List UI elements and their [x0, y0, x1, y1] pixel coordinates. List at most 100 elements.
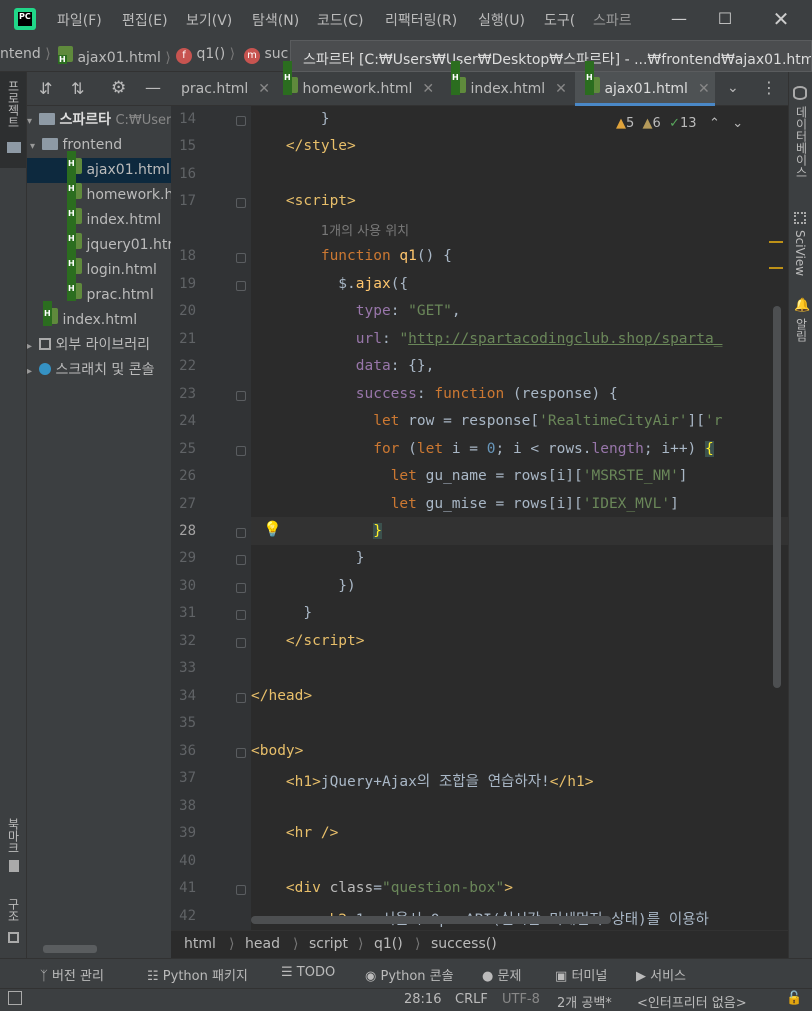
version-control-button[interactable]: ᛉ 버전 관리 — [40, 965, 104, 984]
database-icon[interactable] — [793, 86, 807, 100]
breadcrumb-success[interactable]: success() — [431, 936, 497, 952]
tree-root[interactable]: ▾ 스파르타 C:₩Users — [27, 108, 171, 133]
tree-file-jquery01[interactable]: jquery01.htr — [27, 226, 171, 258]
previous-highlight-icon[interactable]: ⌃ — [709, 116, 720, 131]
tab-prac[interactable]: prac.html ✕ — [171, 72, 273, 106]
tree-external-libraries[interactable]: ▸ 외부 라이브러리 — [27, 333, 171, 358]
fold-marker-icon[interactable] — [236, 748, 246, 758]
lightbulb-icon[interactable]: 💡 — [263, 520, 282, 538]
code-line-24[interactable]: let row = response['RealtimeCityAir']['r — [251, 413, 722, 429]
next-highlight-icon[interactable]: ⌄ — [732, 116, 743, 131]
vertical-scrollbar[interactable] — [773, 306, 781, 688]
code-line-34[interactable]: </head> — [251, 688, 312, 704]
code-line-23[interactable]: success: function (response) { — [251, 386, 618, 402]
breadcrumb-html[interactable]: html — [184, 936, 216, 952]
code-line-39[interactable]: <hr /> — [251, 825, 338, 841]
tab-index[interactable]: index.html✕ — [441, 61, 575, 106]
services-button[interactable]: ▶ 서비스 — [636, 965, 686, 984]
code-line-30[interactable]: }) — [251, 578, 355, 594]
tree-scratches[interactable]: ▸ 스크래치 및 콘솔 — [27, 358, 171, 383]
gear-icon[interactable]: ⚙ — [111, 78, 126, 98]
editor-horizontal-scrollbar[interactable] — [251, 916, 611, 924]
fold-marker-icon[interactable] — [236, 638, 246, 648]
caret-position[interactable]: 28:16 — [404, 992, 441, 1007]
code-line-17[interactable]: <script> — [251, 193, 356, 209]
fold-marker-icon[interactable] — [236, 446, 246, 456]
collapse-all-icon[interactable]: ⇅ — [71, 79, 84, 98]
tree-file-ajax01[interactable]: ajax01.html — [27, 151, 171, 183]
python-console-button[interactable]: ◉ Python 콘솔 — [365, 965, 454, 984]
breadcrumb-script[interactable]: script — [309, 936, 348, 952]
line-separator[interactable]: CRLF — [455, 992, 488, 1007]
fold-marker-icon[interactable] — [236, 583, 246, 593]
tree-file-index-root[interactable]: index.html — [27, 301, 171, 333]
sciview-tool-button[interactable]: SciView — [793, 230, 807, 276]
menu-edit[interactable]: 편집(E) — [122, 10, 168, 30]
tree-folder-frontend[interactable]: ▾ frontend — [27, 133, 171, 158]
menu-run[interactable]: 실행(U) — [478, 10, 525, 30]
bell-icon[interactable]: 🔔 — [794, 298, 810, 313]
menu-file[interactable]: 파일(F) — [57, 10, 102, 30]
bookmarks-tool-button[interactable]: 북마크 — [0, 818, 26, 888]
minimize-icon[interactable]: — — [664, 6, 694, 32]
code-line-18[interactable]: function q1() { — [251, 248, 452, 264]
lock-icon[interactable]: 🔓 — [786, 991, 802, 1006]
code-editor[interactable]: 14 15 16 17 18 19 20 21 22 23 24 25 26 27 28 29 30 31 32 33… — [171, 106, 788, 930]
fold-marker-icon[interactable] — [236, 693, 246, 703]
structure-tool-button[interactable]: 구조 — [0, 898, 26, 948]
tab-ajax01[interactable]: ajax01.html✕ — [575, 61, 715, 106]
todo-button[interactable]: ☰ TODO — [281, 965, 335, 980]
fold-marker-icon[interactable] — [236, 528, 246, 538]
sciview-icon[interactable] — [794, 212, 806, 224]
code-line-29[interactable]: } — [251, 550, 365, 566]
project-tool-button[interactable]: 프로젝트 — [0, 72, 26, 168]
terminal-button[interactable]: ▣ 터미널 — [555, 965, 607, 984]
code-line-37[interactable]: <h1>jQuery+Ajax의 조합을 연습하자!</h1> — [251, 770, 594, 791]
code-line-31[interactable]: } — [251, 605, 312, 621]
code-line-26[interactable]: let gu_name = rows[i]['MSRSTE_NM'] — [251, 468, 688, 484]
more-icon[interactable]: ⋮ — [761, 78, 777, 97]
chevron-down-icon[interactable]: ⌄ — [727, 80, 739, 96]
python-packages-button[interactable]: ☷ Python 패키지 — [147, 965, 248, 984]
nav-crumb-function[interactable]: f q1() ⟩ — [176, 46, 235, 64]
fold-marker-icon[interactable] — [236, 281, 246, 291]
usage-hint[interactable]: 1개의 사용 위치 — [251, 220, 409, 239]
fold-marker-icon[interactable] — [236, 116, 246, 126]
hide-panel-icon[interactable]: — — [145, 78, 161, 97]
close-tab-icon[interactable]: ✕ — [258, 81, 270, 97]
code-line-36[interactable]: <body> — [251, 743, 303, 759]
menu-tools[interactable]: 도구( — [544, 10, 575, 30]
notifications-tool-button[interactable]: 알림 — [793, 318, 810, 342]
code-line-15[interactable]: </style> — [251, 138, 356, 154]
code-line-21[interactable]: url: "http://spartacodingclub.shop/spart… — [251, 331, 723, 347]
error-stripe-mark[interactable] — [769, 241, 783, 243]
menu-view[interactable]: 보기(V) — [186, 10, 232, 30]
code-line-20[interactable]: type: "GET", — [251, 303, 461, 319]
toggle-tool-windows-icon[interactable] — [8, 991, 22, 1005]
tree-file-login[interactable]: login.html — [27, 251, 171, 283]
database-tool-button[interactable]: 데이터베이스 — [793, 106, 810, 178]
fold-marker-icon[interactable] — [236, 885, 246, 895]
expand-all-icon[interactable]: ⇵ — [39, 79, 52, 98]
error-stripe-mark[interactable] — [769, 267, 783, 269]
tab-homework[interactable]: homework.html✕ — [273, 61, 441, 106]
code-line-25[interactable]: for (let i = 0; i < rows.length; i++) { — [251, 441, 714, 457]
indent-setting[interactable]: 2개 공백* — [557, 992, 612, 1011]
fold-marker-icon[interactable] — [236, 391, 246, 401]
breadcrumb-head[interactable]: head — [245, 936, 280, 952]
close-tab-icon[interactable]: ✕ — [698, 81, 710, 97]
pycharm-logo-icon[interactable]: PC — [14, 8, 36, 30]
close-tab-icon[interactable]: ✕ — [555, 81, 567, 97]
close-window-icon[interactable]: ✕ — [766, 6, 796, 32]
fold-marker-icon[interactable] — [236, 253, 246, 263]
maximize-icon[interactable]: ☐ — [710, 6, 740, 32]
code-line-22[interactable]: data: {}, — [251, 358, 435, 374]
nav-crumb-method[interactable]: m suc — [244, 46, 288, 64]
tree-file-homework[interactable]: homework.h — [27, 176, 171, 208]
code-line-27[interactable]: let gu_mise = rows[i]['IDEX_MVL'] — [251, 496, 679, 512]
inspection-widget[interactable]: ▲5 ▲6 ✓13 ⌃ ⌄ — [616, 116, 743, 131]
problems-button[interactable]: ● 문제 — [482, 965, 521, 984]
code-line-32[interactable]: </script> — [251, 633, 365, 649]
fold-marker-icon[interactable] — [236, 198, 246, 208]
close-tab-icon[interactable]: ✕ — [422, 81, 434, 97]
